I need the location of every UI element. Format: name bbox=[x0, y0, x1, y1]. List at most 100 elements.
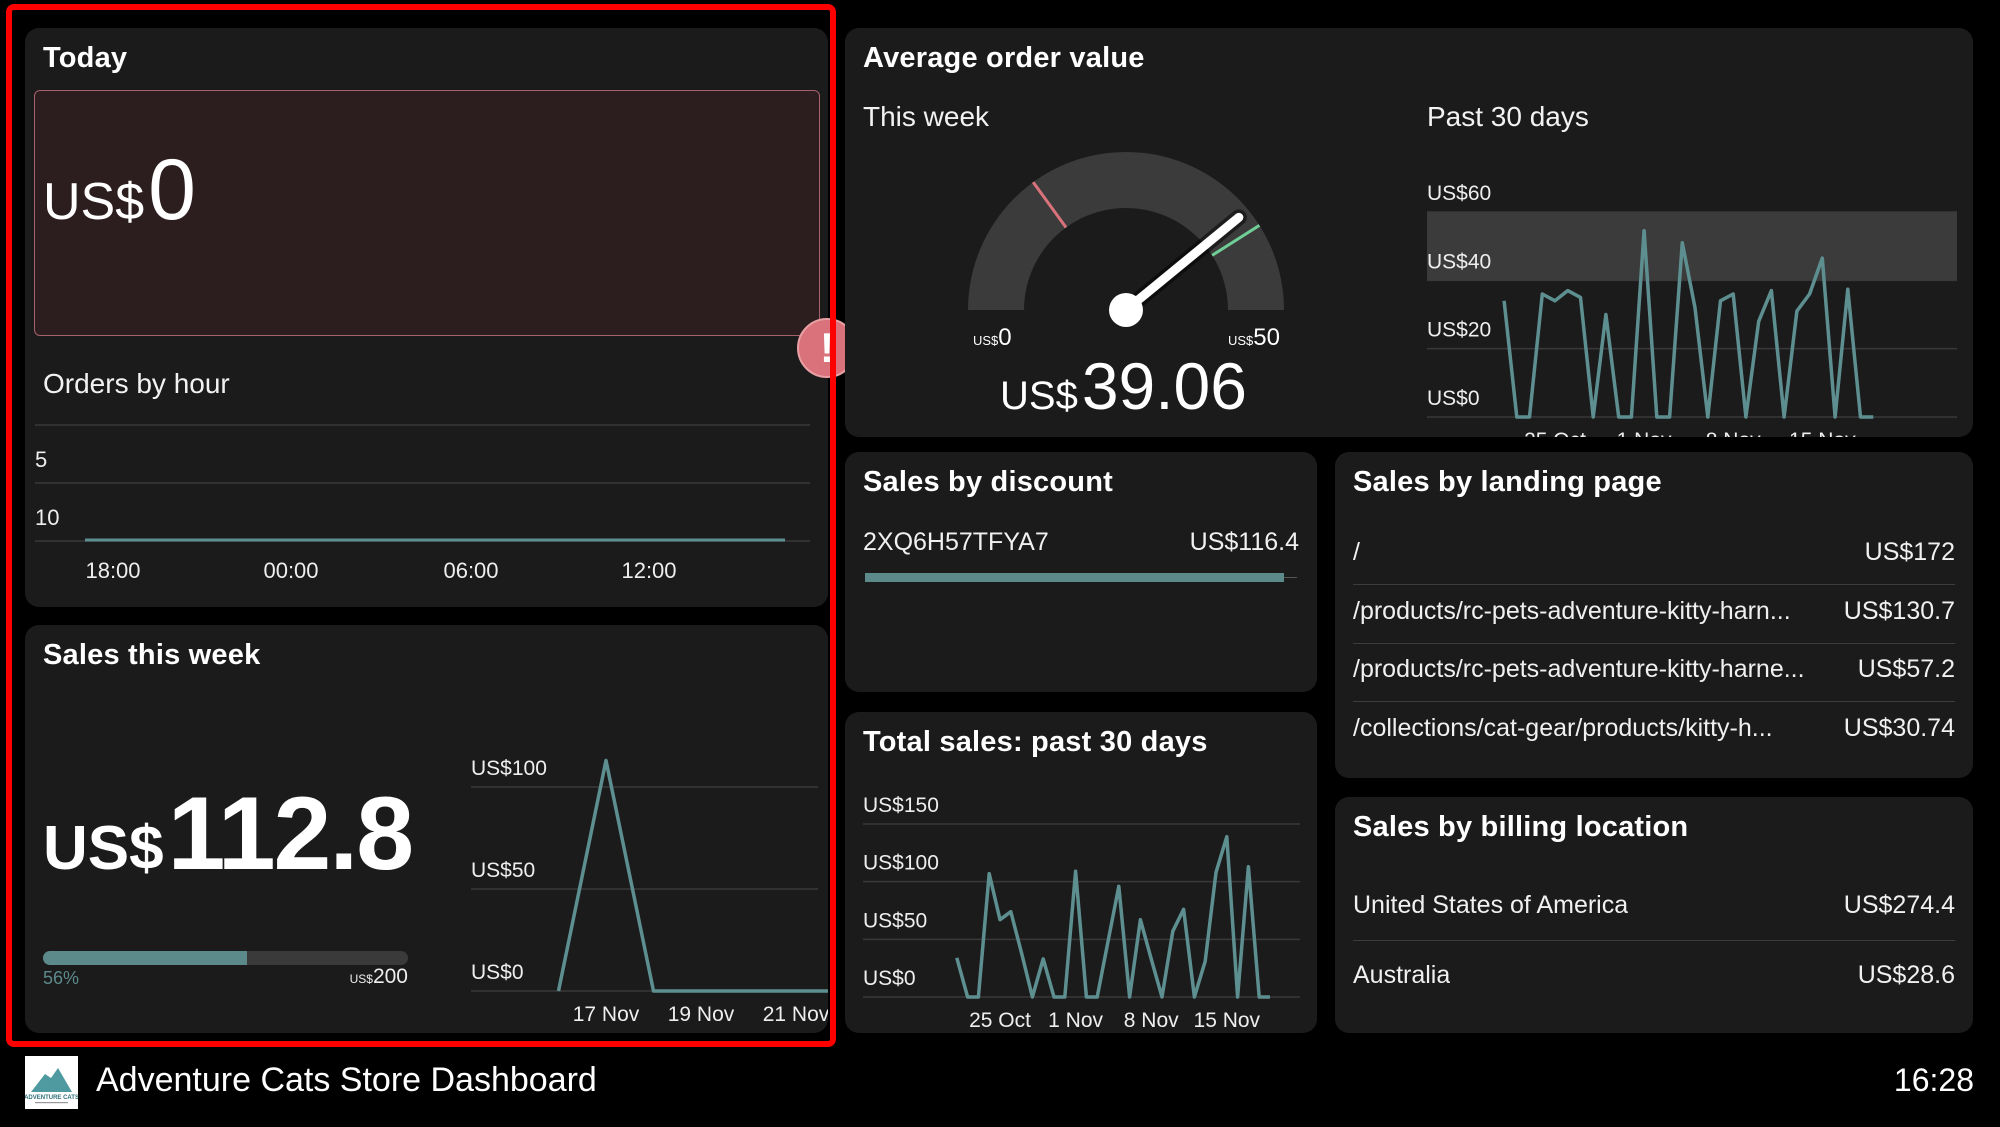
total-sales-panel: Total sales: past 30 days US$0 US$50 US$10… bbox=[845, 712, 1317, 1033]
today-title: Today bbox=[43, 42, 128, 74]
x-tick-label: 06:00 bbox=[443, 558, 498, 583]
sales-week-chart: US$0 US$50 US$100 17 Nov 19 Nov 21 Nov bbox=[471, 757, 828, 1026]
orders-by-hour-title: Orders by hour bbox=[43, 368, 230, 399]
x-tick-label: 00:00 bbox=[263, 558, 318, 583]
sales-by-discount-panel: Sales by discount 2XQ6H57TFYA7 US$116.4 bbox=[845, 452, 1317, 692]
discount-row[interactable]: 2XQ6H57TFYA7 US$116.4 bbox=[863, 528, 1299, 557]
sales-week-title: Sales this week bbox=[43, 639, 261, 671]
gauge-track bbox=[968, 152, 1284, 310]
x-tick-label: 8 Nov bbox=[1706, 429, 1761, 437]
y-tick-label: US$0 bbox=[471, 961, 524, 984]
progress-fill bbox=[43, 951, 248, 965]
row-divider bbox=[1353, 643, 1955, 644]
landing-row[interactable]: /collections/cat-gear/products/kitty-h..… bbox=[1353, 714, 1955, 743]
sales-target-progress bbox=[43, 951, 408, 965]
sales-by-landing-page-panel: Sales by landing page / US$172 /products… bbox=[1335, 452, 1973, 778]
y-tick-label: US$20 bbox=[1427, 319, 1491, 342]
landing-row[interactable]: / US$172 bbox=[1353, 538, 1955, 567]
y-tick-label: US$50 bbox=[863, 909, 927, 932]
currency-prefix: US$ bbox=[43, 814, 164, 883]
y-tick-label: US$60 bbox=[1427, 182, 1491, 205]
sales-this-week-panel: Sales this week US$ 112.8 56% US$200 US$… bbox=[25, 625, 828, 1033]
clock: 16:28 bbox=[1893, 1062, 1974, 1098]
exclamation-icon: ! bbox=[820, 324, 834, 371]
today-panel: Today US$ 0 ! Orders by hour 051018:0000… bbox=[25, 28, 857, 607]
y-tick-label: US$0 bbox=[863, 967, 916, 990]
currency-prefix: US$ bbox=[349, 972, 373, 986]
landing-path: /collections/cat-gear/products/kitty-h..… bbox=[1353, 714, 1773, 742]
store-logo: ADVENTURE CATS bbox=[24, 1056, 79, 1109]
y-tick-label: US$100 bbox=[863, 852, 939, 875]
x-tick-label: 25 Oct bbox=[969, 1009, 1031, 1032]
gauge-max-value: 50 bbox=[1253, 324, 1280, 351]
landing-row[interactable]: /products/rc-pets-adventure-kitty-harn..… bbox=[1353, 597, 1955, 626]
orders-by-hour-chart: 0 5 10 18:00 00:00 06:00 12:00 bbox=[35, 413, 810, 583]
gauge-hub bbox=[1109, 293, 1143, 327]
aov-past-30-label: Past 30 days bbox=[1427, 101, 1589, 132]
currency-prefix: US$ bbox=[43, 173, 145, 231]
sales-week-amount: 112.8 bbox=[167, 776, 415, 892]
billing-value: US$274.4 bbox=[1843, 891, 1955, 919]
currency-prefix: US$ bbox=[1000, 374, 1078, 418]
target-amount: 200 bbox=[372, 965, 408, 988]
today-amount: 0 bbox=[148, 142, 196, 238]
x-tick-label: 19 Nov bbox=[668, 1003, 735, 1026]
billing-row[interactable]: United States of America US$274.4 bbox=[1353, 891, 1955, 920]
dashboard-title: Adventure Cats Store Dashboard bbox=[96, 1061, 597, 1099]
x-tick-label: 1 Nov bbox=[1617, 429, 1672, 437]
billing-country: United States of America bbox=[1353, 891, 1629, 919]
x-tick-label: 1 Nov bbox=[1048, 1009, 1103, 1032]
progress-target: US$200 bbox=[308, 965, 408, 989]
landing-path: / bbox=[1353, 538, 1360, 566]
target-band bbox=[1427, 212, 1957, 281]
row-divider bbox=[1353, 940, 1955, 941]
landing-value: US$57.2 bbox=[1857, 655, 1955, 683]
y-tick-label: US$0 bbox=[1427, 387, 1480, 410]
aov-panel: Average order value This week US$0 US$50… bbox=[845, 28, 1973, 437]
series-line bbox=[556, 758, 828, 993]
currency-prefix: US$ bbox=[1228, 333, 1254, 348]
currency-prefix: US$ bbox=[973, 333, 999, 348]
billing-row[interactable]: Australia US$28.6 bbox=[1353, 961, 1955, 990]
mountain-cat-logo-icon: ADVENTURE CATS bbox=[24, 1068, 79, 1104]
x-tick-label: 12:00 bbox=[621, 558, 676, 583]
billing-title: Sales by billing location bbox=[1353, 811, 1689, 843]
landing-value: US$30.74 bbox=[1843, 714, 1955, 742]
logo-text: ADVENTURE CATS bbox=[25, 1095, 78, 1101]
series-line bbox=[955, 834, 1270, 999]
x-tick-label: 17 Nov bbox=[573, 1003, 640, 1026]
aov-amount: 39.06 bbox=[1081, 349, 1247, 423]
y-tick-label: US$50 bbox=[471, 859, 535, 882]
today-value-card: US$ 0 bbox=[34, 90, 820, 336]
billing-country: Australia bbox=[1353, 961, 1451, 989]
y-tick-label: 5 bbox=[35, 447, 47, 472]
y-tick-label: 10 bbox=[35, 505, 59, 530]
discount-bar bbox=[865, 573, 1285, 582]
x-tick-label: 21 Nov bbox=[763, 1003, 828, 1026]
row-divider bbox=[1353, 584, 1955, 585]
y-tick-label: US$100 bbox=[471, 757, 547, 780]
landing-value: US$172 bbox=[1864, 538, 1955, 566]
aov-30-days-chart: US$0 US$20 US$40 US$60 25 Oct 1 Nov 8 Nov 15 No… bbox=[1427, 182, 1957, 437]
y-tick-label: US$150 bbox=[863, 794, 939, 817]
aov-value: US$ 39.06 bbox=[1000, 348, 1247, 424]
x-tick-label: 15 Nov bbox=[1194, 1009, 1261, 1032]
x-tick-label: 25 Oct bbox=[1524, 429, 1586, 437]
progress-percent: 56% bbox=[43, 968, 80, 988]
discount-value: US$116.4 bbox=[1189, 528, 1299, 556]
y-tick-label: US$40 bbox=[1427, 250, 1491, 273]
discount-title: Sales by discount bbox=[863, 466, 1113, 498]
gauge-min-value: 0 bbox=[998, 324, 1012, 351]
sales-by-billing-location-panel: Sales by billing location United States … bbox=[1335, 797, 1973, 1033]
landing-value: US$130.7 bbox=[1843, 597, 1955, 625]
x-tick-label: 8 Nov bbox=[1124, 1009, 1179, 1032]
total-sales-chart: US$0 US$50 US$100 US$150 25 Oct 1 Nov 8 Nov 15 … bbox=[863, 794, 1300, 1032]
discount-code: 2XQ6H57TFYA7 bbox=[863, 528, 1049, 556]
y-tick-label: 0 bbox=[35, 413, 47, 414]
row-divider bbox=[1353, 701, 1955, 702]
total-sales-title: Total sales: past 30 days bbox=[863, 726, 1208, 758]
sales-week-value: US$ 112.8 bbox=[43, 775, 415, 894]
x-tick-label: 18:00 bbox=[85, 558, 140, 583]
landing-row[interactable]: /products/rc-pets-adventure-kitty-harne.… bbox=[1353, 655, 1955, 684]
x-tick-label: 15 Nov bbox=[1789, 429, 1856, 437]
